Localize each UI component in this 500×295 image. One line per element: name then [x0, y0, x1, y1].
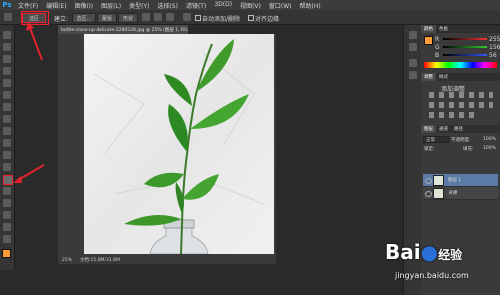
arrow-to-options — [29, 27, 43, 61]
arrow-to-pen-tool — [17, 164, 45, 181]
watermark-bai: Bai — [385, 240, 421, 264]
watermark-jingyan: 经验 — [438, 248, 463, 262]
watermark-url: jingyan.baidu.com — [395, 271, 469, 280]
watermark-brand: Bai●经验 — [385, 240, 462, 264]
paw-icon: ● — [420, 240, 439, 264]
arrowhead-left — [13, 176, 22, 183]
